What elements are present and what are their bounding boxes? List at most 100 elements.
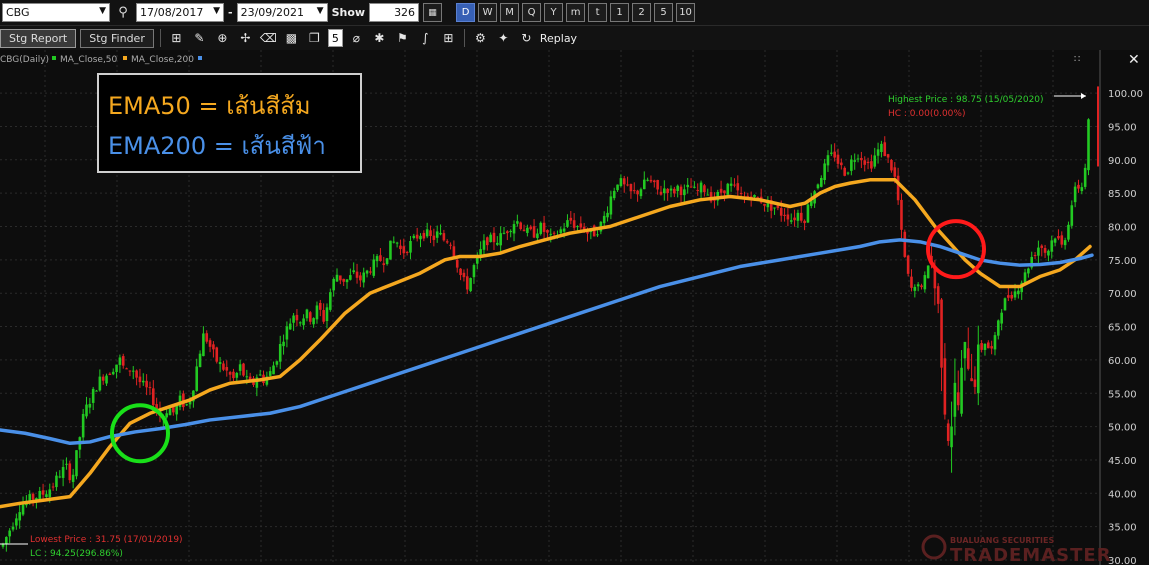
hc-label: HC : 0.00(0.00%) (888, 109, 965, 119)
date-from-field[interactable]: 17/08/2017 ▼ (136, 3, 224, 22)
period-button-10[interactable]: 10 (676, 3, 696, 22)
flag-icon[interactable]: ⚑ (393, 31, 412, 45)
fit-view-button[interactable]: ▦ (423, 3, 443, 22)
grid-icon[interactable]: ⊞ (439, 31, 458, 45)
candle-body (870, 161, 873, 169)
period-button-M[interactable]: M (500, 3, 520, 22)
candle-body (339, 275, 342, 281)
eraser-all-icon[interactable]: ▩ (282, 31, 301, 45)
candle-body (452, 246, 456, 258)
stg-report-button[interactable]: Stg Report (0, 28, 77, 48)
candle-body (51, 486, 55, 488)
candle-body (41, 490, 45, 495)
candle-body (1040, 245, 1044, 248)
candle-body (900, 199, 903, 230)
period-button-5[interactable]: 5 (654, 3, 674, 22)
candle-body (993, 335, 997, 350)
candle-body (920, 285, 923, 288)
period-button-1[interactable]: 1 (610, 3, 630, 22)
price-chart[interactable]: 30.00 35.00 40.00 45.00 50.00 55.00 60.00 65.00… (0, 50, 1149, 565)
replay-label[interactable]: Replay (540, 32, 577, 45)
date-to-field[interactable]: 23/09/2021 ▼ (236, 3, 328, 22)
candle-body (432, 235, 436, 240)
settings-icon[interactable]: ⚙ (471, 31, 490, 45)
ruler-icon[interactable]: ⌀ (347, 31, 366, 45)
draw-tools-icon[interactable]: ✎ (190, 31, 209, 45)
annotation-ema50: EMA50 = เส้นสีส้ม (108, 92, 311, 120)
legend-swatch (52, 56, 56, 60)
candle-body (799, 212, 803, 221)
candle-body (141, 380, 145, 383)
candle-body (629, 183, 633, 192)
period-button-2[interactable]: 2 (632, 3, 652, 22)
candle-body (940, 299, 943, 368)
candle-body (469, 278, 472, 292)
candle-body (843, 167, 846, 176)
candle-body (218, 362, 222, 365)
candle-body (405, 251, 409, 253)
crosshair-icon[interactable]: ⊞ (167, 31, 186, 45)
candle-body (636, 190, 639, 195)
candle-body (626, 184, 629, 186)
period-button-Y[interactable]: Y (544, 3, 564, 22)
candle-body (1037, 247, 1040, 256)
candle-body (960, 367, 963, 414)
candle-body (966, 348, 970, 369)
candle-body (278, 344, 282, 362)
candle-body (369, 271, 372, 273)
count-field[interactable]: 5 (327, 29, 343, 47)
candle-body (486, 237, 489, 246)
period-button-D[interactable]: D (456, 3, 476, 22)
candle-body (459, 268, 462, 276)
date-from-value: 17/08/2017 (140, 6, 204, 19)
candle-body (619, 178, 623, 187)
candle-body (195, 366, 199, 391)
candle-body (349, 275, 352, 280)
show-count-field[interactable]: 326 (369, 3, 420, 22)
magic-icon[interactable]: ✱ (370, 31, 389, 45)
candle-body (58, 476, 62, 478)
candle-body (202, 333, 205, 357)
candle-body (673, 188, 676, 194)
candle-body (1080, 187, 1084, 192)
y-tick-label: 100.00 (1108, 89, 1143, 100)
period-button-m[interactable]: m (566, 3, 586, 22)
candle-body (1047, 250, 1050, 256)
candle-body (352, 270, 355, 273)
zoom-icon[interactable]: ⊕ (213, 31, 232, 45)
period-buttons: D W M Q Ym t 1 2 5 10 (456, 3, 696, 22)
fibonacci-icon[interactable]: ∫ (416, 31, 435, 45)
candle-body (612, 190, 616, 199)
symbol-select[interactable]: CBG ▼ (2, 3, 110, 22)
candle-body (305, 309, 309, 319)
close-icon[interactable]: ✕ (1128, 52, 1140, 68)
candle-body (753, 194, 756, 198)
copy-icon[interactable]: ❐ (305, 31, 324, 45)
candle-body (880, 143, 883, 152)
candle-body (953, 382, 957, 417)
replay-icon[interactable]: ↻ (517, 31, 536, 45)
candle-body (1033, 254, 1037, 256)
candle-body (238, 364, 242, 371)
candle-body (342, 278, 345, 282)
period-button-t[interactable]: t (588, 3, 608, 22)
move-icon[interactable]: ✢ (236, 31, 255, 45)
period-button-Q[interactable]: Q (522, 3, 542, 22)
candle-body (272, 365, 275, 375)
candle-body (923, 275, 927, 290)
period-button-W[interactable]: W (478, 3, 498, 22)
highest-price-label: Highest Price : 98.75 (15/05/2020) (888, 95, 1044, 105)
candle-body (803, 220, 806, 224)
candle-body (308, 312, 312, 322)
candle-body (516, 221, 519, 224)
candle-body (242, 363, 245, 376)
candle-body (148, 387, 152, 389)
y-tick-label: 70.00 (1108, 289, 1137, 300)
wand-icon[interactable]: ✦ (494, 31, 513, 45)
candle-body (225, 367, 229, 371)
candle-body (482, 240, 486, 250)
candle-body (656, 180, 659, 190)
search-icon[interactable]: ⚲ (114, 5, 132, 20)
stg-finder-button[interactable]: Stg Finder (80, 28, 154, 48)
eraser-icon[interactable]: ⌫ (259, 31, 278, 45)
